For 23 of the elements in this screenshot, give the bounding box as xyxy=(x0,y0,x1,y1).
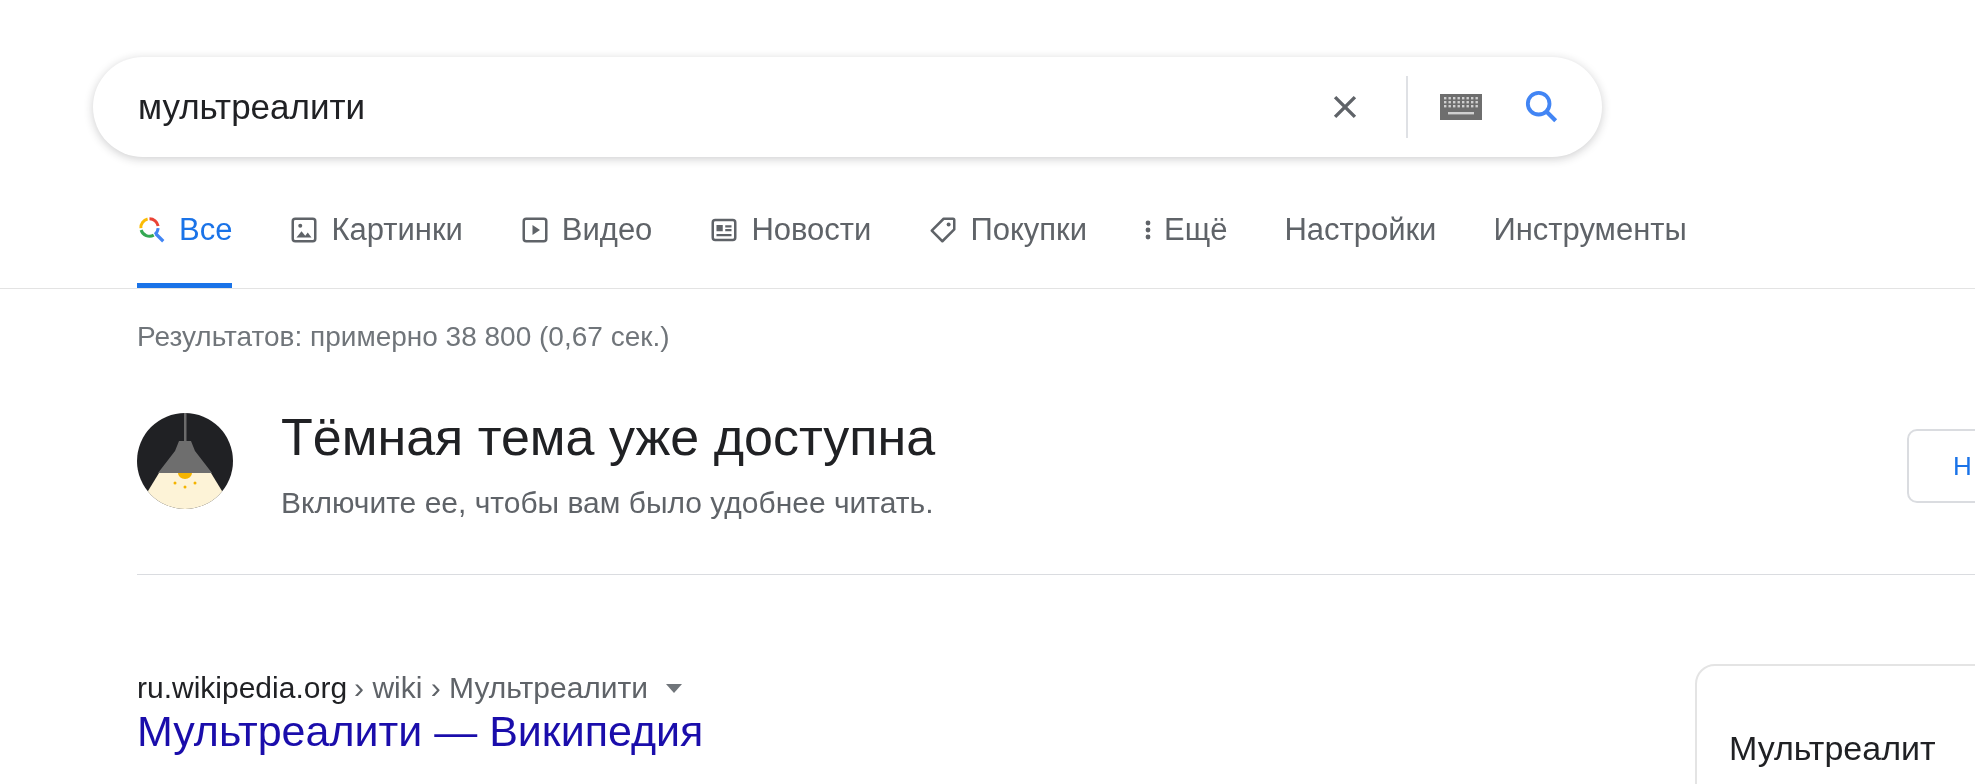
result-breadcrumb: › wiki › Мультреалити xyxy=(354,671,649,705)
result-title-link[interactable]: Мультреалити — Википедия xyxy=(137,707,704,755)
promo-title: Тёмная тема уже доступна xyxy=(281,408,936,466)
tab[interactable]: Все xyxy=(137,200,233,288)
result-url: ru.wikipedia.org xyxy=(137,671,348,705)
tab[interactable]: Инструменты xyxy=(1493,200,1687,288)
image-icon xyxy=(289,215,320,245)
tab[interactable]: Видео xyxy=(519,200,653,288)
keyboard-button[interactable] xyxy=(1440,94,1482,120)
panel-title: Мультреалит xyxy=(1729,729,1936,767)
promo-text: Включите ее, чтобы вам было удобнее читать. xyxy=(281,486,935,520)
tab[interactable]: Покупки xyxy=(928,200,1087,288)
caret-icon[interactable] xyxy=(666,683,683,693)
tab[interactable]: Ещё xyxy=(1144,200,1228,288)
promo-button[interactable]: Н xyxy=(1907,429,1975,503)
tab[interactable]: Настройки xyxy=(1284,200,1437,288)
tab[interactable]: Новости xyxy=(709,200,872,288)
result-stats: Результатов: примерно 38 800 (0,67 сек.) xyxy=(137,321,670,352)
tag-icon xyxy=(928,215,959,245)
search-icon xyxy=(137,215,167,245)
keyboard-icon xyxy=(1440,94,1482,120)
search-field[interactable]: мультреалити xyxy=(138,85,1328,129)
tab[interactable]: Картинки xyxy=(289,200,463,288)
